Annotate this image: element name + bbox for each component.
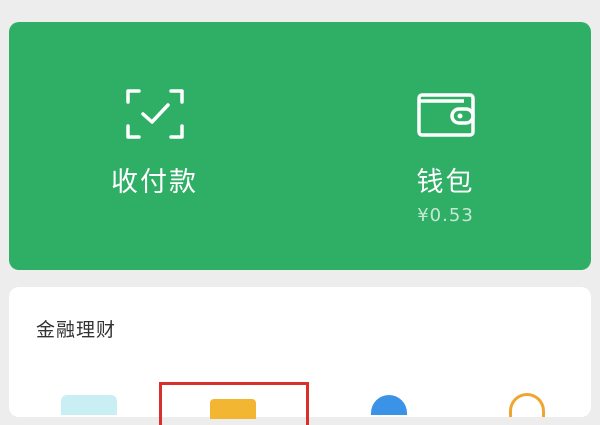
finance-title: 金融理财 <box>36 319 117 341</box>
collect-pay-button[interactable]: 收付款 <box>9 22 300 270</box>
wealth-icon-inner <box>210 399 256 419</box>
finance-card: 金融理财 <box>9 287 591 425</box>
scan-check-icon <box>123 86 187 142</box>
collect-pay-label: 收付款 <box>111 167 198 198</box>
wallet-icon <box>414 86 478 142</box>
card-icon[interactable] <box>61 395 117 415</box>
payments-card: 收付款 钱包 ¥0.53 <box>9 22 591 270</box>
wallet-balance: ¥0.53 <box>417 205 474 226</box>
wallet-label: 钱包 <box>416 167 475 198</box>
coin-icon[interactable] <box>509 393 545 417</box>
fund-icon[interactable] <box>371 395 407 415</box>
wealth-icon[interactable] <box>159 382 309 425</box>
wallet-button[interactable]: 钱包 ¥0.53 <box>300 22 591 270</box>
